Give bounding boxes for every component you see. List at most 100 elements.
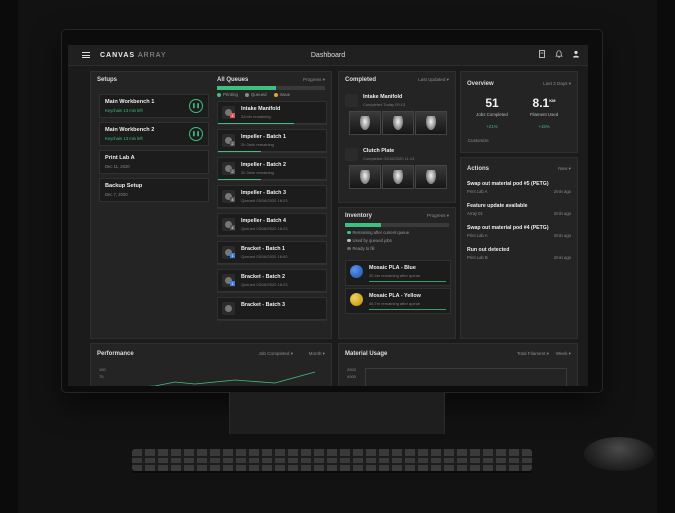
action-title: Feature update available bbox=[467, 203, 528, 209]
spool-item[interactable]: Mosaic PLA - Blue 30.4m remaining after … bbox=[345, 260, 451, 286]
setup-card[interactable]: Main Workbench 2 Keychain 13 min left ❚❚ bbox=[99, 122, 209, 146]
action-item[interactable]: Swap out material pod #4 (PETG) Print La… bbox=[467, 225, 571, 238]
y-tick: 100 bbox=[99, 367, 106, 372]
spool-item[interactable]: Mosaic PLA - Yellow 46.7m remaining afte… bbox=[345, 288, 451, 314]
monitor: CANVAS ARRAY Dashboard Setups Main Workb bbox=[62, 30, 602, 392]
queue-item[interactable]: 2 Impeller - Batch 2 2h 3min remaining bbox=[217, 157, 327, 181]
inventory-legend-item: Remaining after current queue bbox=[347, 230, 409, 235]
setup-sub: Keychain 13 min left bbox=[105, 107, 143, 113]
queue-item[interactable]: 2 Impeller - Batch 1 2h 3min remaining bbox=[217, 129, 327, 153]
mouse bbox=[584, 437, 654, 471]
setup-sub: Keychain 13 min left bbox=[105, 135, 143, 141]
action-item[interactable]: Swap out material pod #5 (PETG) Print La… bbox=[467, 181, 571, 194]
queue-item-title: Bracket - Batch 3 bbox=[241, 301, 286, 308]
customize-link[interactable]: Customize bbox=[468, 138, 489, 143]
performance-filter-metric[interactable]: Job Completed ▾ bbox=[259, 351, 293, 357]
queues-filter-dropdown[interactable]: Progress ▾ bbox=[303, 77, 325, 83]
user-icon[interactable] bbox=[572, 50, 580, 58]
y-tick: 75 bbox=[99, 374, 104, 379]
queue-item-progress bbox=[218, 318, 326, 320]
queue-item-title: Impeller - Batch 2 bbox=[241, 161, 286, 168]
queue-item[interactable]: 1 Bracket - Batch 2 Queued 03/16/2020 16:2… bbox=[217, 269, 327, 293]
pause-button[interactable]: ❚❚ bbox=[189, 98, 203, 113]
queue-item-sub: 32min remaining bbox=[241, 113, 271, 119]
queue-count-badge: 1 bbox=[230, 281, 235, 286]
completed-title: Completed bbox=[345, 77, 377, 83]
print-photo[interactable] bbox=[382, 165, 414, 189]
legend-label: Ready to fill bbox=[352, 246, 375, 251]
filament-change: +15% bbox=[538, 124, 550, 129]
setup-card[interactable]: Main Workbench 1 Keychain 13 min left ❚❚ bbox=[99, 94, 209, 118]
queue-item-title: Impeller - Batch 3 bbox=[241, 189, 286, 196]
queue-item-sub: Queued 03/16/2020 16:23 bbox=[241, 281, 288, 287]
document-icon[interactable] bbox=[538, 50, 546, 58]
actions-panel: Actions New ▾ Swap out material pod #5 (… bbox=[460, 157, 578, 339]
queue-item-title: Bracket - Batch 2 bbox=[241, 273, 286, 280]
performance-chart bbox=[146, 371, 316, 386]
setup-sub: Dec 11, 2020 bbox=[105, 163, 130, 169]
bell-icon[interactable] bbox=[555, 50, 563, 58]
print-photo[interactable] bbox=[415, 111, 447, 135]
y-tick: 2000 bbox=[347, 367, 356, 372]
material-filter-period[interactable]: Week ▾ bbox=[556, 351, 571, 357]
overview-filter-dropdown[interactable]: Last 3 Days ▾ bbox=[543, 81, 571, 87]
action-item[interactable]: Run out detected Print Lab B 2min ago bbox=[467, 247, 571, 260]
setup-card[interactable]: Print Lab A Dec 11, 2020 bbox=[99, 150, 209, 174]
performance-title: Performance bbox=[97, 351, 134, 357]
inventory-filter-dropdown[interactable]: Progress ▾ bbox=[427, 213, 449, 219]
legend-label: Used by queued jobs bbox=[352, 238, 392, 243]
queue-item[interactable]: 4 Intake Manifold 32min remaining bbox=[217, 101, 327, 125]
spool-bar bbox=[369, 280, 446, 282]
setup-title: Backup Setup bbox=[105, 183, 143, 189]
part-thumbnail bbox=[345, 148, 358, 161]
completed-item-title: Clutch Plate bbox=[363, 148, 395, 154]
queues-title: All Queues bbox=[217, 77, 249, 83]
legend-label: Queued bbox=[250, 92, 267, 97]
print-photo[interactable] bbox=[415, 165, 447, 189]
queue-item-progress-fill bbox=[218, 122, 294, 124]
queue-item[interactable]: Bracket - Batch 3 bbox=[217, 297, 327, 321]
material-filter-metric[interactable]: Total Filament ▾ bbox=[517, 351, 549, 357]
spool-sub: 46.7m remaining after queue bbox=[369, 300, 421, 306]
pause-button[interactable]: ❚❚ bbox=[189, 126, 203, 141]
setup-sub: Dec 7, 2020 bbox=[105, 191, 128, 197]
queue-item-progress bbox=[218, 122, 326, 124]
queues-progress-fill bbox=[217, 86, 277, 90]
action-item[interactable]: Feature update available Array 01 2min a… bbox=[467, 203, 571, 216]
inventory-progress-fill bbox=[345, 223, 382, 227]
performance-filter-period[interactable]: Month ▾ bbox=[309, 351, 325, 357]
queues-section: All Queues Progress ▾ Printing Queued Is… bbox=[211, 72, 331, 338]
queue-item-sub: Queued 03/16/2020 16:23 bbox=[241, 197, 288, 203]
setup-card[interactable]: Backup Setup Dec 7, 2020 bbox=[99, 178, 209, 202]
queue-item-progress bbox=[218, 150, 326, 152]
overview-panel: Overview Last 3 Days ▾ 51 8.1KM Jobs Com… bbox=[460, 71, 578, 153]
spool-sub: 30.4m remaining after queue bbox=[369, 272, 421, 278]
jobs-change: +21% bbox=[486, 124, 498, 129]
action-title: Swap out material pod #4 (PETG) bbox=[467, 225, 549, 231]
setups-queues-panel: Setups Main Workbench 1 Keychain 13 min … bbox=[90, 71, 332, 339]
queue-count-badge: 2 bbox=[230, 141, 235, 146]
action-time: 2min ago bbox=[553, 188, 571, 194]
queue-count-badge: 4 bbox=[230, 225, 235, 230]
actions-filter-dropdown[interactable]: New ▾ bbox=[558, 166, 571, 172]
inventory-legend-item: Ready to fill bbox=[347, 246, 374, 251]
queue-item[interactable]: 4 Impeller - Batch 3 Queued 03/16/2020 16:… bbox=[217, 185, 327, 209]
queue-item-title: Intake Manifold bbox=[241, 105, 281, 112]
top-icons bbox=[538, 50, 580, 58]
queue-item[interactable]: 1 Bracket - Batch 1 Queued 03/16/2020 16:0… bbox=[217, 241, 327, 265]
print-photo[interactable] bbox=[382, 111, 414, 135]
queue-item-sub: 2h 3min remaining bbox=[241, 141, 274, 147]
queue-item-progress bbox=[218, 206, 326, 208]
spool-title: Mosaic PLA - Yellow bbox=[369, 292, 421, 299]
print-photo[interactable] bbox=[349, 165, 381, 189]
completed-item-title: Intake Manifold bbox=[363, 94, 403, 100]
queue-item[interactable]: 4 Impeller - Batch 4 Queued 03/16/2020 16:… bbox=[217, 213, 327, 237]
completed-filter-dropdown[interactable]: Last Updated ▾ bbox=[418, 77, 449, 83]
queue-count-badge: 1 bbox=[230, 253, 235, 258]
spool-bar bbox=[369, 308, 446, 310]
queue-item-progress bbox=[218, 178, 326, 180]
setups-title: Setups bbox=[97, 77, 118, 83]
print-photo[interactable] bbox=[349, 111, 381, 135]
filament-unit: KM bbox=[549, 98, 556, 103]
setup-title: Main Workbench 2 bbox=[105, 127, 155, 133]
